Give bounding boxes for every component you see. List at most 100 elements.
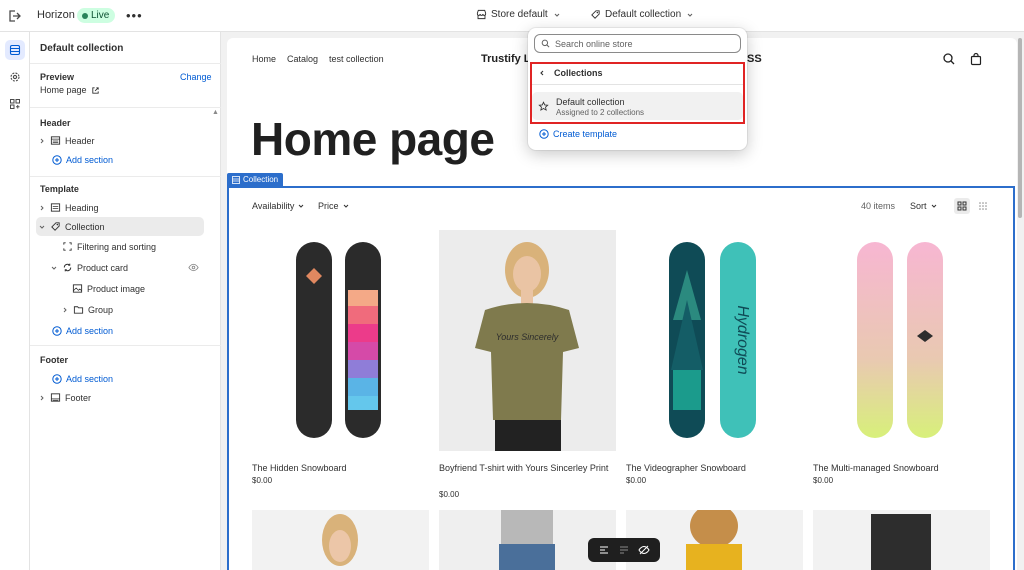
preview-change-link[interactable]: Change bbox=[180, 72, 212, 82]
nav-link-test-collection[interactable]: test collection bbox=[329, 54, 384, 64]
grid-view-large-icon[interactable] bbox=[954, 198, 970, 214]
product-name[interactable]: The Hidden Snowboard bbox=[252, 461, 429, 475]
inspector-icon[interactable] bbox=[598, 544, 610, 556]
sidebar-item-group[interactable]: Group bbox=[61, 300, 113, 319]
sidebar-item-label: Collection bbox=[65, 221, 105, 232]
divider bbox=[30, 63, 221, 64]
preview-label: Preview bbox=[40, 72, 75, 82]
nav-link-catalog[interactable]: Catalog bbox=[287, 54, 318, 64]
template-popover: Search online store Collections Default … bbox=[528, 28, 747, 150]
search-online-store-input[interactable]: Search online store bbox=[534, 34, 741, 53]
template-select-label: Default collection bbox=[605, 9, 682, 20]
chevron-right-icon[interactable] bbox=[38, 394, 46, 402]
exit-icon[interactable] bbox=[6, 8, 22, 24]
product-image-multi-managed-snowboard[interactable] bbox=[813, 230, 990, 451]
chevron-down-icon bbox=[343, 204, 348, 208]
scroll-up-arrow-icon[interactable]: ▲ bbox=[212, 109, 219, 116]
chevron-down-icon[interactable] bbox=[38, 223, 46, 231]
add-section-footer-button[interactable]: Add section bbox=[52, 374, 113, 384]
filter-label: Price bbox=[318, 201, 339, 211]
create-template-button[interactable]: Create template bbox=[539, 129, 617, 139]
search-icon[interactable] bbox=[942, 52, 956, 66]
chevron-down-icon[interactable] bbox=[50, 264, 58, 272]
store-brand[interactable]: Trustify L bbox=[481, 53, 531, 65]
layout-icon[interactable] bbox=[618, 544, 630, 556]
product-image-hidden-snowboard[interactable] bbox=[252, 230, 429, 451]
plus-circle-icon bbox=[52, 155, 62, 165]
sidebar-item-heading[interactable]: Heading bbox=[38, 198, 99, 217]
item-count: 40 items bbox=[861, 201, 896, 211]
product-name[interactable]: Boyfriend T-shirt with Yours Sincerley P… bbox=[439, 461, 616, 475]
plus-circle-icon bbox=[539, 129, 549, 139]
footer-section-icon bbox=[50, 393, 61, 402]
star-icon bbox=[538, 101, 549, 111]
apps-icon[interactable] bbox=[5, 94, 25, 114]
hide-eye-icon[interactable] bbox=[638, 544, 650, 556]
preview-scrollbar[interactable] bbox=[1018, 38, 1022, 218]
sidebar-item-product-card[interactable]: Product card bbox=[50, 258, 200, 277]
product-price: $0.00 bbox=[252, 476, 273, 485]
nav-link-home[interactable]: Home bbox=[252, 54, 276, 64]
add-section-label: Add section bbox=[66, 326, 114, 336]
add-section-header-button[interactable]: Add section bbox=[52, 155, 113, 165]
preview-page-link[interactable]: Home page bbox=[40, 85, 100, 95]
header-section-icon bbox=[50, 136, 61, 145]
template-select[interactable]: Default collection bbox=[590, 9, 695, 20]
visibility-eye-icon[interactable] bbox=[188, 262, 199, 273]
product-image-row2-4[interactable] bbox=[813, 510, 990, 570]
theme-name: Horizon bbox=[37, 9, 75, 21]
divider bbox=[30, 176, 221, 177]
store-select-label: Store default bbox=[491, 9, 548, 20]
product-card-icon bbox=[63, 263, 72, 272]
product-image-videographer-snowboard[interactable]: Hydrogen bbox=[626, 230, 803, 451]
chevron-right-icon[interactable] bbox=[38, 204, 46, 212]
add-section-label: Add section bbox=[66, 155, 114, 165]
default-collection-template-item[interactable]: Default collection Assigned to 2 collect… bbox=[532, 92, 743, 120]
chevron-right-icon[interactable] bbox=[38, 137, 46, 145]
more-actions-button[interactable]: ••• bbox=[126, 8, 143, 23]
collections-label: Collections bbox=[554, 68, 603, 78]
store-brand-tail: SS bbox=[747, 53, 762, 65]
sidebar-item-header[interactable]: Header bbox=[38, 131, 95, 150]
product-image-boyfriend-tshirt[interactable]: Yours Sincerely bbox=[439, 230, 616, 451]
live-badge: Live bbox=[77, 8, 116, 23]
divider bbox=[30, 107, 221, 108]
sidebar-item-label: Group bbox=[88, 304, 114, 315]
sidebar-item-collection[interactable]: Collection bbox=[36, 217, 204, 236]
sidebar-item-product-image[interactable]: Product image bbox=[72, 279, 145, 298]
folder-icon bbox=[73, 306, 84, 314]
sidebar-title: Default collection bbox=[40, 43, 124, 54]
availability-filter[interactable]: Availability bbox=[252, 201, 305, 211]
icon-rail bbox=[0, 32, 30, 570]
settings-gear-icon[interactable] bbox=[5, 67, 25, 87]
sort-dropdown[interactable]: Sort bbox=[910, 201, 938, 211]
sidebar-item-label: Product card bbox=[77, 262, 129, 273]
sidebar-item-label: Heading bbox=[65, 202, 99, 213]
sections-icon[interactable] bbox=[5, 40, 25, 60]
grid-view-small-icon[interactable] bbox=[975, 198, 991, 214]
header-group-label: Header bbox=[40, 118, 71, 128]
product-name[interactable]: The Videographer Snowboard bbox=[626, 461, 803, 475]
chevron-down-icon bbox=[687, 13, 693, 17]
plus-circle-icon bbox=[52, 326, 62, 336]
sidebar-item-filtering[interactable]: Filtering and sorting bbox=[62, 237, 156, 256]
page-title: Home page bbox=[251, 113, 495, 165]
back-to-collections-button[interactable]: Collections bbox=[538, 68, 603, 78]
search-icon bbox=[541, 39, 550, 48]
sidebar-item-footer[interactable]: Footer bbox=[38, 388, 91, 407]
price-filter[interactable]: Price bbox=[318, 201, 350, 211]
product-image-row2-1[interactable] bbox=[252, 510, 429, 570]
image-icon bbox=[72, 284, 83, 293]
sidebar-item-label: Filtering and sorting bbox=[77, 241, 157, 252]
store-select[interactable]: Store default bbox=[476, 9, 562, 20]
collection-section-tag[interactable]: Collection bbox=[227, 173, 284, 186]
chevron-right-icon[interactable] bbox=[61, 306, 69, 314]
chevron-left-icon bbox=[540, 70, 544, 76]
sections-sidebar: Default collection Preview Change Home p… bbox=[30, 32, 221, 570]
sort-label: Sort bbox=[910, 201, 927, 211]
divider bbox=[532, 84, 743, 85]
product-name[interactable]: The Multi-managed Snowboard bbox=[813, 461, 990, 475]
add-section-template-button[interactable]: Add section bbox=[52, 326, 113, 336]
heading-section-icon bbox=[50, 203, 61, 212]
cart-bag-icon[interactable] bbox=[969, 52, 983, 66]
